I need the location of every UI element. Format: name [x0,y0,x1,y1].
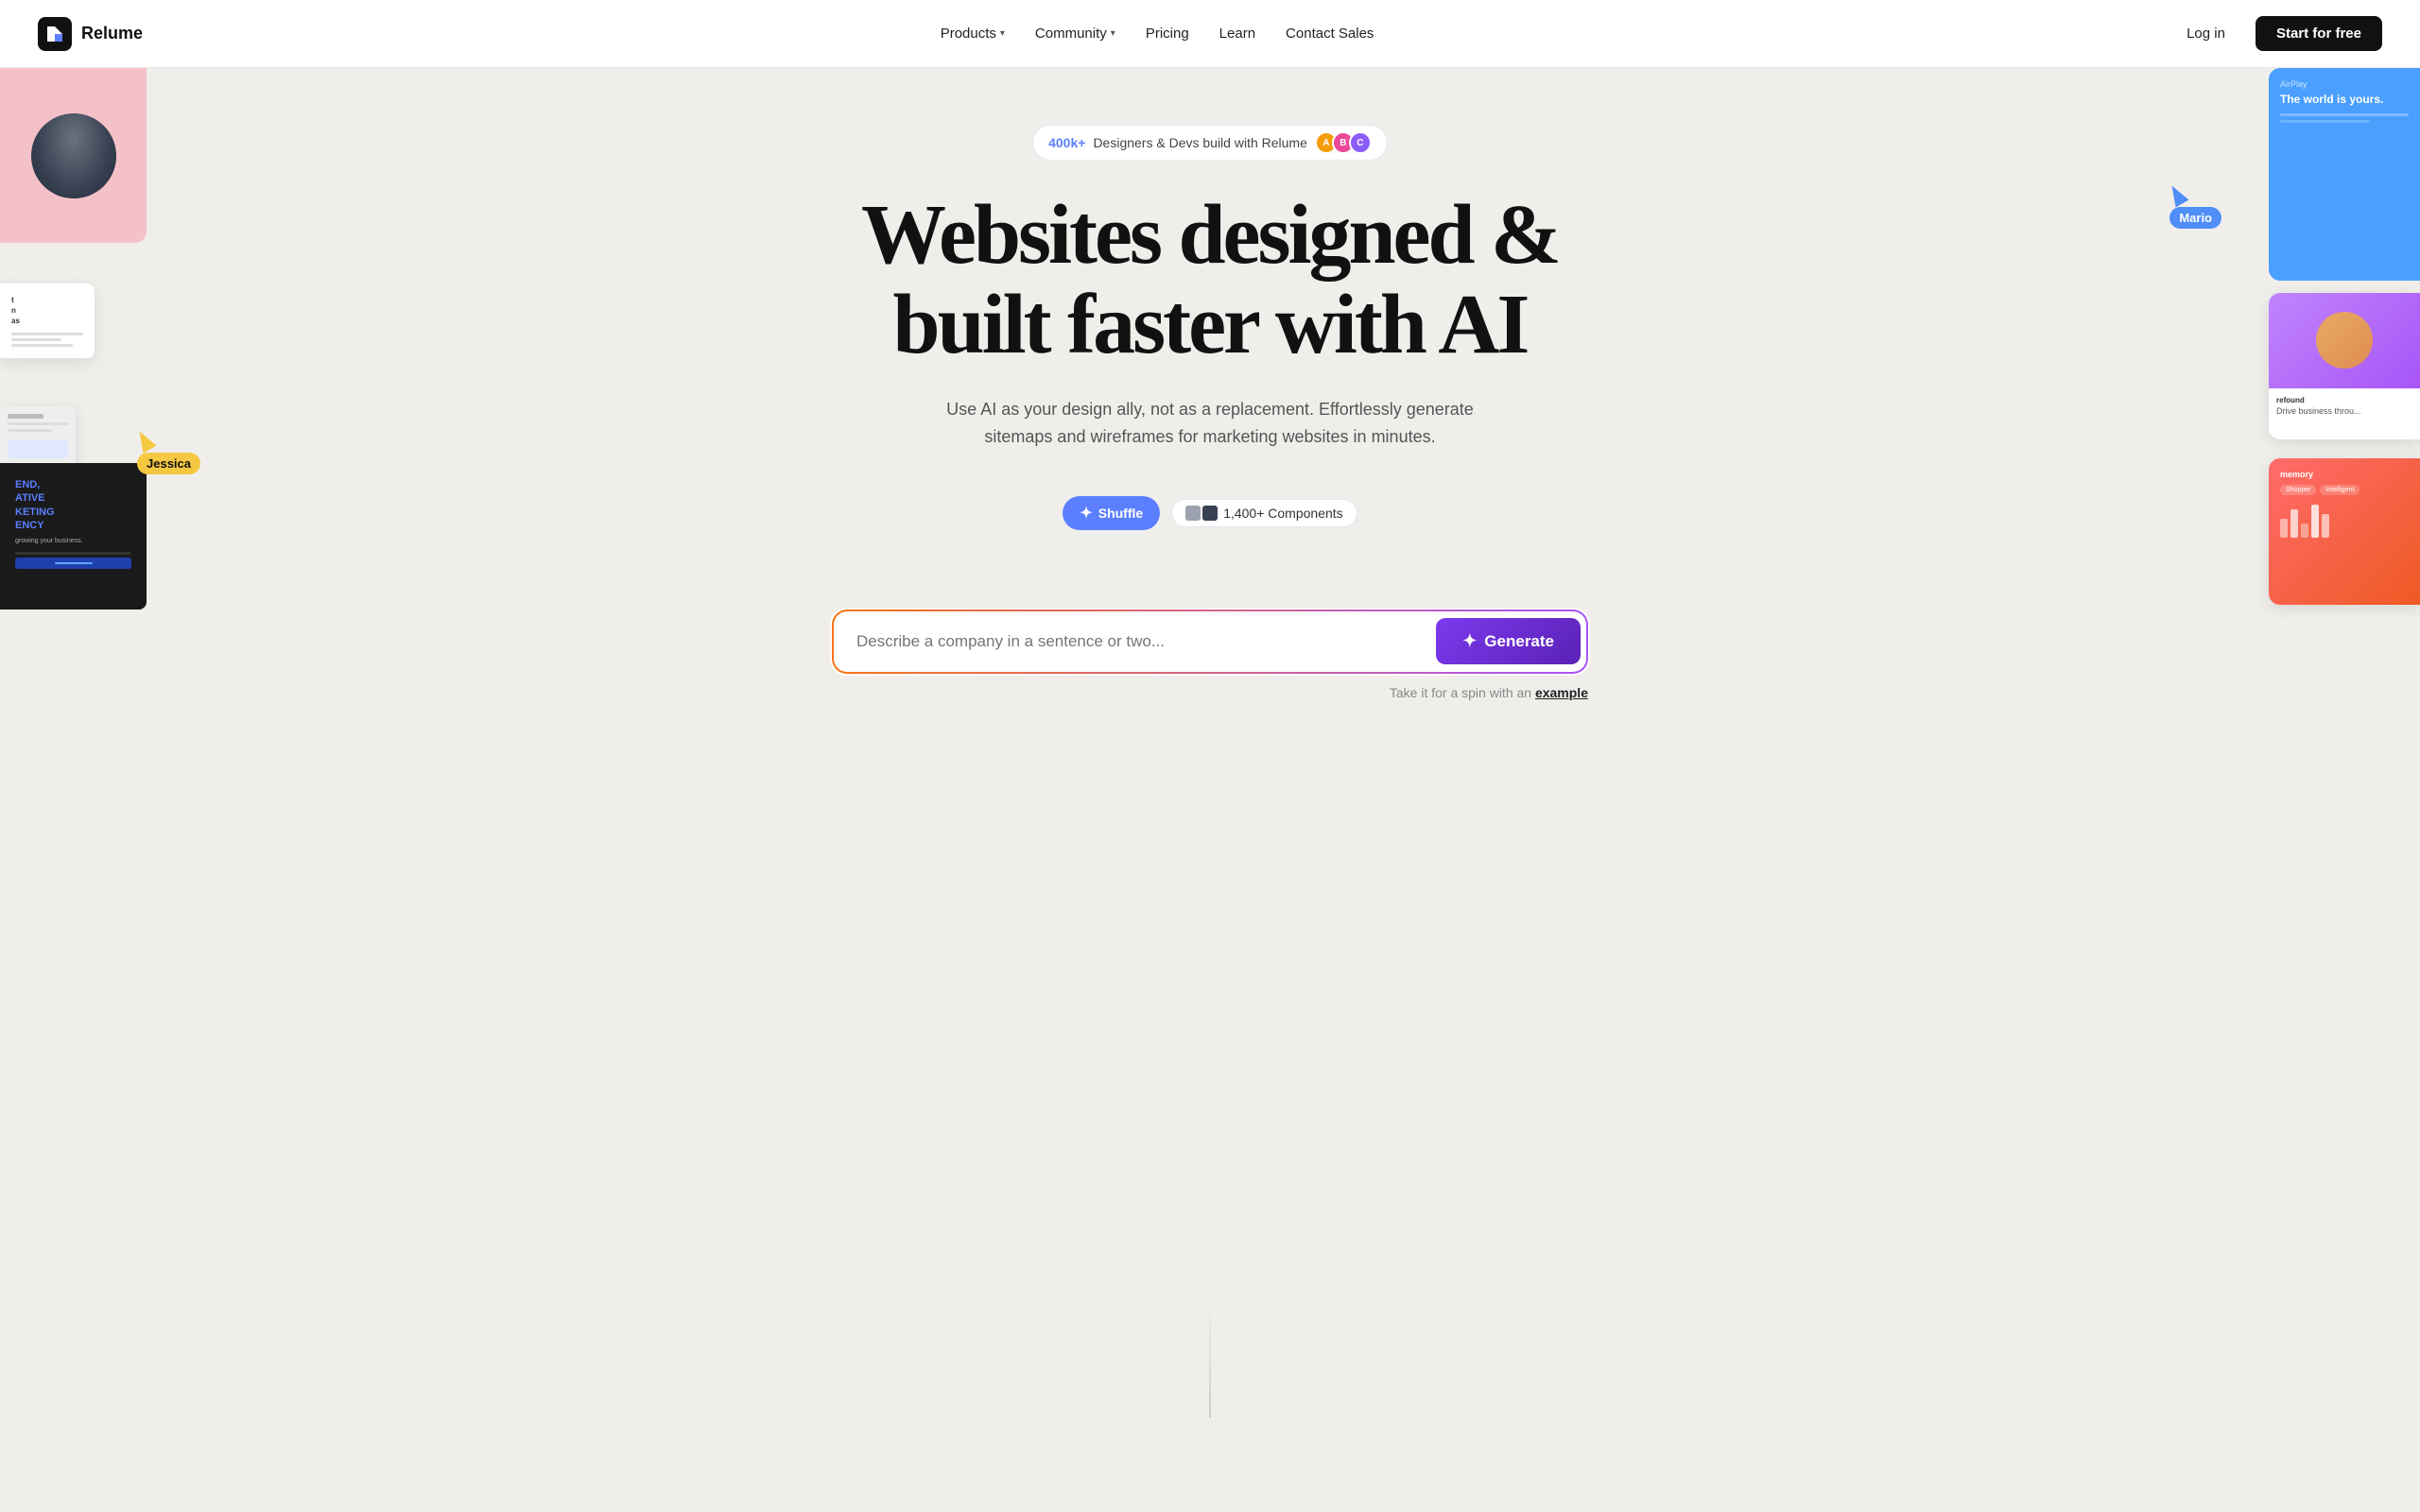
shuffle-button[interactable]: ✦ Shuffle [1063,496,1160,530]
components-label: 1,400+ Components [1223,506,1342,521]
login-button[interactable]: Log in [2171,18,2240,49]
chevron-down-icon: ▾ [1000,28,1005,39]
float-right-app-card: memory Shopper Intelligent [2269,458,2420,605]
float-left-dark-card: END,ATIVEKETINGENCY growing your busines… [0,463,147,610]
hero-subtitle: Use AI as your design ally, not as a rep… [926,396,1494,451]
person-image [31,113,116,198]
hero-title: Websites designed & built faster with AI [861,191,1559,369]
float-right-app-label: memory [2280,470,2409,479]
center-divider [1209,1304,1211,1418]
cursor-mario: Mario [2169,184,2221,229]
float-right-card-content: refound Drive business throu... [2269,388,2420,423]
cursor-jessica-label: Jessica [137,453,200,474]
generate-hint: Take it for a spin with an example [832,685,1588,700]
component-icon-1 [1185,506,1201,521]
avatar-3: C [1349,131,1372,154]
generate-section: ✦ Generate Take it for a spin with an ex… [794,610,1626,700]
nav-center: Products ▾ Community ▾ Pricing Learn Con… [941,26,1374,42]
avatar-group: A B C [1315,131,1372,154]
shuffle-label: Shuffle [1098,506,1143,521]
hint-text: Take it for a spin with an [1390,685,1531,700]
generate-button-label: Generate [1484,632,1554,651]
cursor-jessica: Jessica [137,430,200,474]
social-proof-badge: 400k+ Designers & Devs build with Relume… [1032,125,1388,161]
chevron-down-icon: ▾ [1111,28,1115,39]
cursor-mario-arrow [2166,181,2189,207]
float-right-person-image [2269,293,2420,388]
cursor-mario-label: Mario [2169,207,2221,229]
nav-learn-label: Learn [1219,26,1255,42]
start-button[interactable]: Start for free [2256,16,2382,51]
logo-icon [38,17,72,51]
hero-title-line1: Websites designed & [861,188,1559,282]
nav-pricing-label: Pricing [1146,26,1189,42]
shuffle-bar: ✦ Shuffle 1,400+ Components [861,496,1559,530]
navbar: Relume Products ▾ Community ▾ Pricing Le… [0,0,2420,68]
float-left-person [0,68,147,243]
nav-item-community[interactable]: Community ▾ [1035,26,1115,42]
nav-item-contact[interactable]: Contact Sales [1286,26,1374,42]
nav-item-learn[interactable]: Learn [1219,26,1255,42]
shuffle-icon: ✦ [1080,504,1092,523]
sparkle-icon: ✦ [1462,631,1477,651]
float-right-blue-card: AirPlay The world is yours. [2269,68,2420,281]
float-right-person-card: refound Drive business throu... [2269,293,2420,439]
cursor-jessica-arrow [133,427,157,453]
float-right-app-inner: memory Shopper Intelligent [2269,458,2420,605]
float-right-top-label: AirPlay [2280,79,2409,89]
generate-button[interactable]: ✦ Generate [1436,618,1581,664]
nav-item-pricing[interactable]: Pricing [1146,26,1189,42]
nav-contact-label: Contact Sales [1286,26,1374,42]
hero-title-line2: built faster with AI [893,278,1528,371]
generate-input[interactable] [856,617,1436,666]
wireframe-text: tnas [11,295,83,327]
components-badge: 1,400+ Components [1171,499,1357,527]
nav-right: Log in Start for free [2171,16,2382,51]
social-proof-text: Designers & Devs build with Relume [1093,135,1306,150]
generate-box: ✦ Generate [832,610,1588,674]
nav-products-label: Products [941,26,996,42]
tag-intelligent: Intelligent [2320,485,2360,495]
dark-card-text: END,ATIVEKETINGENCY [15,478,131,532]
float-right-card-title: refound [2276,396,2412,404]
logo-text: Relume [81,24,143,43]
main-content: tnas END,ATIVEKETINGENCY growing your bu… [0,0,2420,1512]
float-right-top-text: The world is yours. [2280,93,2409,106]
nav-community-label: Community [1035,26,1107,42]
component-icons [1185,506,1218,521]
float-right-card-desc: Drive business throu... [2276,406,2412,416]
nav-item-products[interactable]: Products ▾ [941,26,1005,42]
hero-section: 400k+ Designers & Devs build with Relume… [823,68,1597,591]
tag-shopper: Shopper [2280,485,2316,495]
example-link[interactable]: example [1535,685,1588,700]
social-proof-count: 400k+ [1048,135,1085,150]
component-icon-2 [1202,506,1218,521]
float-left-wireframe: tnas [0,284,95,358]
nav-logo[interactable]: Relume [38,17,143,51]
